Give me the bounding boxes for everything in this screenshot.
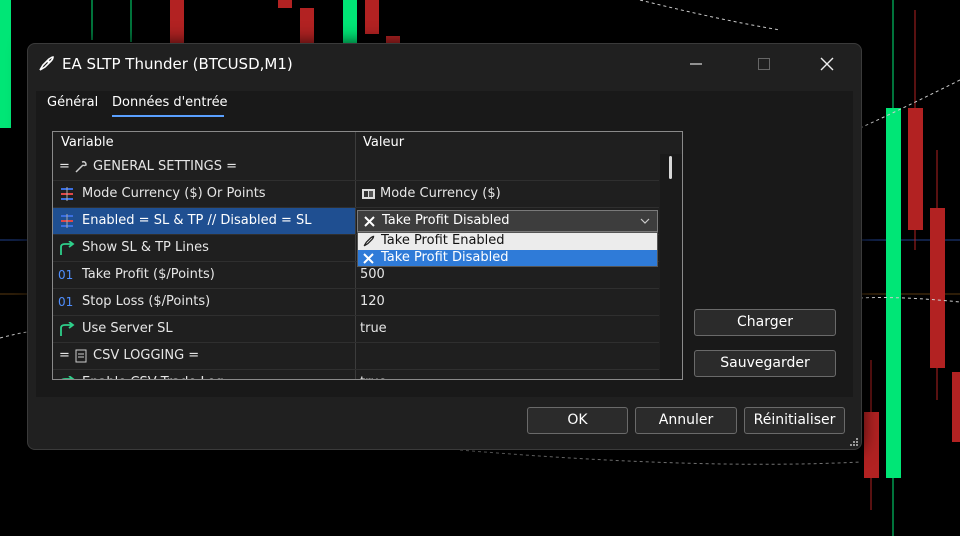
active-tab-indicator bbox=[112, 115, 224, 117]
x-icon bbox=[364, 216, 375, 227]
section-prefix: = bbox=[59, 159, 70, 174]
dropdown-option-enabled[interactable]: Take Profit Enabled bbox=[358, 233, 657, 249]
minimize-button[interactable] bbox=[681, 52, 711, 76]
tab-input-data[interactable]: Données d'entrée bbox=[112, 95, 228, 110]
chevron-down-icon[interactable] bbox=[639, 215, 651, 227]
bool-icon bbox=[60, 241, 75, 255]
variable-name: Show SL & TP Lines bbox=[82, 240, 209, 255]
section-prefix: = bbox=[59, 348, 70, 363]
close-button[interactable] bbox=[812, 52, 842, 76]
table-row[interactable]: = GENERAL SETTINGS = bbox=[53, 154, 659, 181]
ok-button[interactable]: OK bbox=[527, 407, 628, 434]
scrollbar-thumb[interactable] bbox=[669, 156, 672, 179]
tab-content: Général Données d'entrée Variable Valeur… bbox=[36, 91, 853, 397]
variable-name: Stop Loss ($/Points) bbox=[82, 294, 211, 309]
variable-name: Enable CSV Trade Log bbox=[82, 370, 224, 379]
rocket-icon bbox=[363, 235, 375, 247]
column-header-value[interactable]: Valeur bbox=[363, 132, 404, 154]
table-row[interactable]: Mode Currency ($) Or Points Mode Currenc… bbox=[53, 181, 659, 208]
bool-icon bbox=[60, 322, 75, 336]
cancel-button[interactable]: Annuler bbox=[635, 407, 737, 434]
enum-icon bbox=[61, 214, 73, 228]
option-label: Take Profit Enabled bbox=[381, 233, 505, 248]
table-row[interactable]: Use Server SL true bbox=[53, 316, 659, 343]
vertical-scrollbar[interactable] bbox=[660, 154, 682, 379]
variable-name: GENERAL SETTINGS = bbox=[93, 159, 238, 174]
variable-name: Use Server SL bbox=[82, 321, 173, 336]
variable-name: Mode Currency ($) Or Points bbox=[82, 186, 266, 201]
resize-grip-icon[interactable] bbox=[849, 437, 859, 447]
combobox-dropdown: Take Profit Enabled Take Profit Disabled bbox=[357, 232, 658, 267]
reset-button[interactable]: Réinitialiser bbox=[744, 407, 845, 434]
bool-icon bbox=[61, 376, 75, 379]
minimize-icon bbox=[690, 63, 702, 65]
rocket-icon bbox=[39, 56, 54, 71]
maximize-button[interactable] bbox=[749, 52, 779, 76]
save-button[interactable]: Sauvegarder bbox=[694, 350, 836, 377]
column-header-variable[interactable]: Variable bbox=[61, 132, 114, 154]
document-icon bbox=[75, 349, 87, 363]
variable-value: 120 bbox=[360, 294, 385, 309]
variable-value: Mode Currency ($) bbox=[380, 186, 501, 201]
variable-name: Take Profit ($/Points) bbox=[82, 267, 215, 282]
close-icon bbox=[820, 57, 834, 71]
tab-general[interactable]: Général bbox=[47, 95, 98, 110]
dropdown-option-disabled[interactable]: Take Profit Disabled bbox=[358, 250, 657, 266]
x-icon bbox=[363, 253, 374, 264]
table-row[interactable]: 01 Stop Loss ($/Points) 120 bbox=[53, 289, 659, 316]
currency-icon bbox=[362, 189, 375, 199]
combobox-value: Take Profit Disabled bbox=[382, 213, 510, 228]
variable-name: Enabled = SL & TP // Disabled = SL bbox=[82, 213, 312, 228]
parameters-grid: Variable Valeur = GENERAL SETTINGS = Mod… bbox=[52, 131, 683, 380]
int-icon: 01 bbox=[58, 295, 74, 309]
table-row[interactable]: Enable CSV Trade Log true bbox=[53, 370, 659, 379]
settings-dialog: EA SLTP Thunder (BTCUSD,M1) Général Donn… bbox=[27, 43, 862, 450]
wrench-icon bbox=[75, 161, 87, 173]
variable-value: true bbox=[360, 370, 387, 379]
value-combobox[interactable]: Take Profit Disabled bbox=[357, 210, 658, 232]
table-row[interactable]: = CSV LOGGING = bbox=[53, 343, 659, 370]
window-title: EA SLTP Thunder (BTCUSD,M1) bbox=[62, 55, 293, 73]
int-icon: 01 bbox=[58, 268, 74, 282]
variable-value: true bbox=[360, 321, 387, 336]
variable-name: CSV LOGGING = bbox=[93, 348, 200, 363]
maximize-icon bbox=[758, 58, 770, 70]
title-bar[interactable]: EA SLTP Thunder (BTCUSD,M1) bbox=[28, 44, 861, 84]
enum-icon bbox=[61, 187, 73, 201]
load-button[interactable]: Charger bbox=[694, 309, 836, 336]
option-label: Take Profit Disabled bbox=[381, 250, 509, 265]
